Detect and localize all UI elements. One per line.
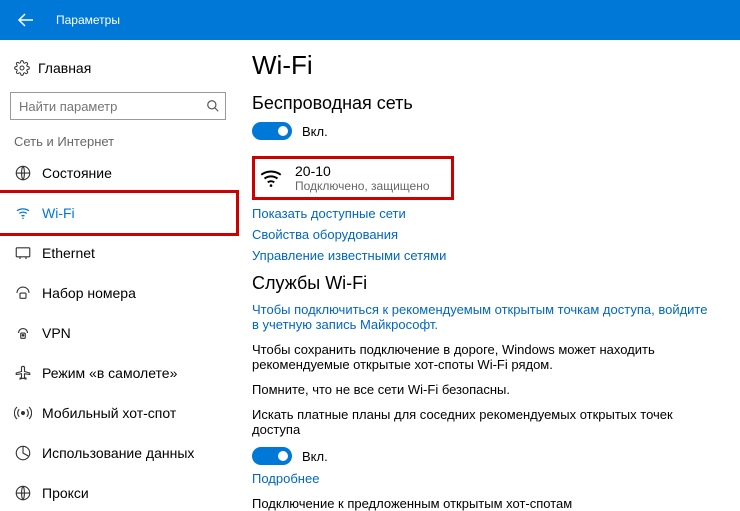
- sidebar-item-label: Ethernet: [42, 245, 95, 261]
- sidebar-item-datausage[interactable]: Использование данных: [0, 433, 236, 473]
- search-icon: [206, 99, 220, 113]
- wireless-toggle[interactable]: [252, 122, 292, 140]
- sidebar-item-label: Прокси: [42, 485, 89, 501]
- services-heading: Службы Wi-Fi: [252, 273, 714, 294]
- wireless-heading: Беспроводная сеть: [252, 93, 714, 114]
- vpn-icon: [14, 324, 42, 342]
- sidebar-item-label: Набор номера: [42, 285, 136, 301]
- sidebar-item-label: Состояние: [42, 165, 112, 181]
- sidebar-item-label: Мобильный хот-спот: [42, 405, 176, 421]
- sidebar-item-proxy[interactable]: Прокси: [0, 473, 236, 511]
- wireless-toggle-label: Вкл.: [302, 124, 328, 139]
- page-title: Wi-Fi: [252, 50, 714, 81]
- current-connection[interactable]: 20-10 Подключено, защищено: [252, 156, 454, 200]
- main-content: Wi-Fi Беспроводная сеть Вкл. 20-10 Подкл…: [236, 40, 740, 511]
- gear-icon: [14, 60, 38, 76]
- airplane-icon: [14, 364, 42, 382]
- data-usage-icon: [14, 444, 42, 462]
- sidebar: Главная Сеть и Интернет Состояние Wi-Fi: [0, 40, 236, 511]
- wifi-signal-icon: [255, 165, 287, 191]
- sidebar-item-label: Использование данных: [42, 445, 194, 461]
- paid-plans-toggle-label: Вкл.: [302, 449, 328, 464]
- proxy-icon: [14, 484, 42, 502]
- link-manage-known-networks[interactable]: Управление известными сетями: [252, 248, 714, 263]
- services-text-1: Чтобы сохранить подключение в дороге, Wi…: [252, 342, 714, 372]
- services-toggle-row: Вкл.: [252, 447, 714, 465]
- sidebar-item-hotspot[interactable]: Мобильный хот-спот: [0, 393, 236, 433]
- sidebar-item-dialup[interactable]: Набор номера: [0, 273, 236, 313]
- globe-icon: [14, 164, 42, 182]
- link-more[interactable]: Подробнее: [252, 471, 714, 486]
- back-arrow-icon: [16, 10, 36, 30]
- sidebar-home-label: Главная: [38, 60, 91, 76]
- search-box-wrap: [10, 92, 226, 120]
- wifi-icon: [14, 204, 42, 222]
- back-button[interactable]: [0, 0, 52, 40]
- search-input[interactable]: [10, 92, 226, 120]
- paid-plans-toggle[interactable]: [252, 447, 292, 465]
- sidebar-item-label: VPN: [42, 325, 71, 341]
- sidebar-home[interactable]: Главная: [0, 50, 236, 86]
- link-show-available-networks[interactable]: Показать доступные сети: [252, 206, 714, 221]
- services-text-3: Искать платные планы для соседних рекоме…: [252, 407, 714, 437]
- connection-status: Подключено, защищено: [295, 179, 430, 193]
- dialup-icon: [14, 284, 42, 302]
- sidebar-item-label: Wi-Fi: [42, 205, 75, 221]
- hotspot-icon: [14, 404, 42, 422]
- titlebar-label: Параметры: [56, 13, 120, 27]
- link-signin-prompt[interactable]: Чтобы подключиться к рекомендуемым откры…: [252, 302, 714, 332]
- sidebar-item-status[interactable]: Состояние: [0, 153, 236, 193]
- ethernet-icon: [14, 244, 42, 262]
- sidebar-item-airplane[interactable]: Режим «в самолете»: [0, 353, 236, 393]
- sidebar-item-vpn[interactable]: VPN: [0, 313, 236, 353]
- services-text-2: Помните, что не все сети Wi-Fi безопасны…: [252, 382, 714, 397]
- sidebar-item-label: Режим «в самолете»: [42, 365, 177, 381]
- sidebar-item-wifi[interactable]: Wi-Fi: [0, 193, 236, 233]
- sidebar-group-label: Сеть и Интернет: [0, 134, 236, 153]
- sidebar-item-ethernet[interactable]: Ethernet: [0, 233, 236, 273]
- connection-ssid: 20-10: [295, 163, 430, 179]
- link-hardware-properties[interactable]: Свойства оборудования: [252, 227, 714, 242]
- wireless-toggle-row: Вкл.: [252, 122, 714, 140]
- titlebar: Параметры: [0, 0, 740, 40]
- services-text-4: Подключение к предложенным открытым хот-…: [252, 496, 714, 511]
